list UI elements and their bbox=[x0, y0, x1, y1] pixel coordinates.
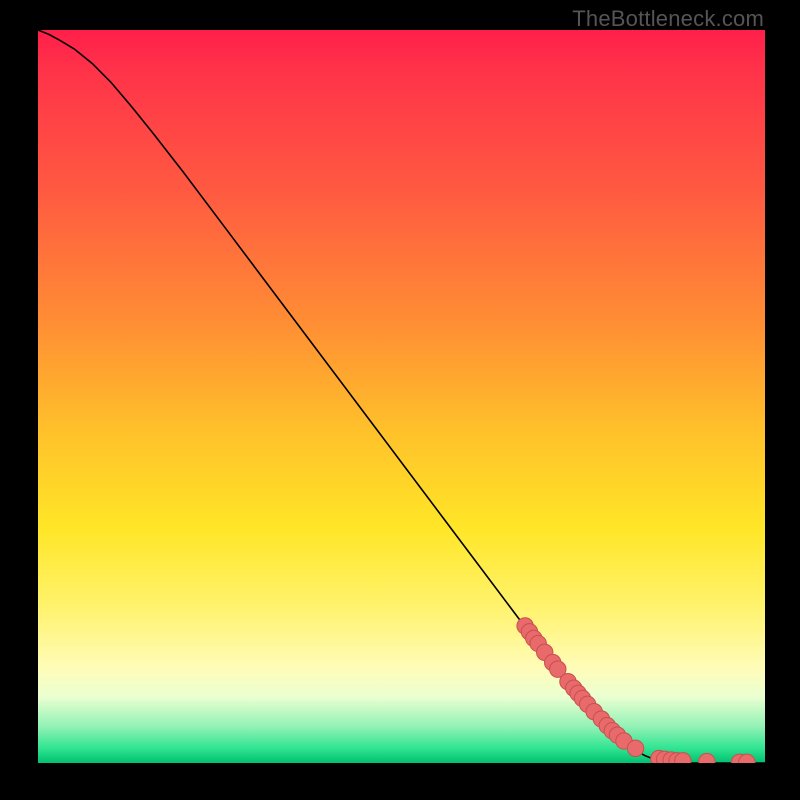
plot-area bbox=[38, 30, 765, 763]
scatter-points bbox=[517, 618, 755, 763]
chart-svg bbox=[38, 30, 765, 763]
chart-frame: TheBottleneck.com bbox=[0, 0, 800, 800]
scatter-point bbox=[699, 753, 715, 763]
watermark-text: TheBottleneck.com bbox=[572, 6, 764, 32]
scatter-point bbox=[627, 740, 643, 756]
decay-curve bbox=[38, 30, 765, 763]
